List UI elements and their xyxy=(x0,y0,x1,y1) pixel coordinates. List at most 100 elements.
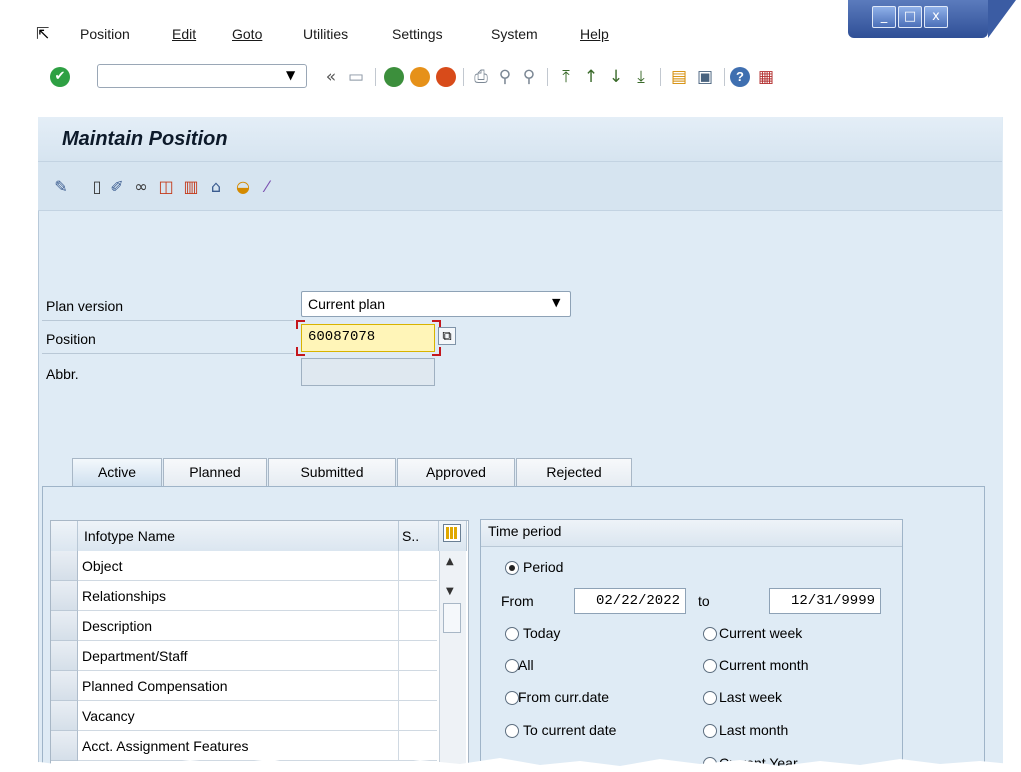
window-controls: _ □ x xyxy=(848,0,1016,38)
table-row[interactable]: Description xyxy=(78,611,399,641)
maximize-button[interactable]: □ xyxy=(898,6,922,28)
table-scrollbar[interactable] xyxy=(439,551,466,772)
position-input[interactable]: 60087078 xyxy=(301,324,435,352)
row-selector[interactable] xyxy=(51,581,78,611)
row-selector[interactable] xyxy=(51,551,78,581)
menu-system[interactable]: System xyxy=(491,26,538,42)
chevron-down-icon[interactable]: ▼ xyxy=(552,296,560,309)
menu-utilities[interactable]: Utilities xyxy=(303,26,348,42)
time-period-title: Time period xyxy=(488,523,562,539)
radio-all[interactable] xyxy=(505,659,519,673)
next-page-icon[interactable]: ↓ xyxy=(605,66,627,88)
radio-last-month-label: Last month xyxy=(719,722,789,738)
customize-layout-icon[interactable]: ▦ xyxy=(755,66,777,88)
radio-last-week-label: Last week xyxy=(719,689,783,705)
command-field[interactable] xyxy=(97,64,307,88)
page-title: Maintain Position xyxy=(62,128,228,150)
back-double-chevron-icon[interactable]: « xyxy=(320,66,342,88)
tab-submitted[interactable]: Submitted xyxy=(268,458,396,486)
row-selector[interactable] xyxy=(51,701,78,731)
magic-wand-icon[interactable]: ⁄ xyxy=(256,176,278,198)
find-icon[interactable]: ⚲ xyxy=(494,66,516,88)
table-row[interactable]: Relationships xyxy=(78,581,399,611)
menu-goto[interactable]: Goto xyxy=(232,26,262,42)
tab-planned[interactable]: Planned xyxy=(163,458,267,486)
last-page-icon[interactable]: ⤓ xyxy=(630,66,652,88)
tab-active[interactable]: Active xyxy=(72,458,162,486)
abbr-input[interactable] xyxy=(301,358,435,386)
previous-page-icon[interactable]: ↑ xyxy=(580,66,602,88)
delete-icon[interactable]: ⌂ xyxy=(205,176,227,198)
status-cell xyxy=(399,641,437,671)
value-help-icon[interactable]: ⧉ xyxy=(438,327,456,345)
table-config-icon[interactable] xyxy=(443,524,461,542)
radio-from-current-date[interactable] xyxy=(505,691,519,705)
save-icon[interactable]: ▭ xyxy=(345,66,367,88)
display-icon[interactable]: ∞ xyxy=(130,176,152,198)
back-icon[interactable] xyxy=(384,67,404,87)
from-date-input[interactable]: 02/22/2022 xyxy=(574,588,686,614)
tab-approved[interactable]: Approved xyxy=(397,458,515,486)
status-cell xyxy=(399,581,437,611)
radio-current-week[interactable] xyxy=(703,627,717,641)
column-header-infotype-name[interactable]: Infotype Name xyxy=(78,521,399,551)
radio-last-week[interactable] xyxy=(703,691,717,705)
print-icon[interactable]: ⎙ xyxy=(470,66,492,88)
radio-today[interactable] xyxy=(505,627,519,641)
to-date-input[interactable]: 12/31/9999 xyxy=(769,588,881,614)
menu-settings[interactable]: Settings xyxy=(392,26,443,42)
command-dropdown-icon[interactable]: ▼ xyxy=(286,68,295,82)
close-button[interactable]: x xyxy=(924,6,948,28)
toolbar-separator xyxy=(463,68,464,86)
toolbar-separator xyxy=(547,68,548,86)
menu-help[interactable]: Help xyxy=(580,26,609,42)
plan-version-value: Current plan xyxy=(308,296,386,312)
cancel-icon[interactable] xyxy=(436,67,456,87)
help-icon[interactable]: ? xyxy=(730,67,750,87)
row-selector[interactable] xyxy=(51,611,78,641)
toolbar-separator xyxy=(724,68,725,86)
minimize-button[interactable]: _ xyxy=(872,6,896,28)
table-row[interactable]: Department/Staff xyxy=(78,641,399,671)
create-icon[interactable]: ▯ xyxy=(86,176,108,198)
radio-last-month[interactable] xyxy=(703,724,717,738)
row-selector[interactable] xyxy=(51,671,78,701)
focus-corner xyxy=(296,347,305,356)
table-row[interactable]: Vacancy xyxy=(78,701,399,731)
check-icon[interactable]: ✔ xyxy=(50,67,70,87)
delimit-icon[interactable]: ▥ xyxy=(180,176,202,198)
field-divider xyxy=(42,353,294,354)
status-cell xyxy=(399,671,437,701)
copy-icon[interactable]: ◫ xyxy=(155,176,177,198)
find-next-icon[interactable]: ⚲ xyxy=(518,66,540,88)
exit-icon[interactable] xyxy=(410,67,430,87)
new-session-icon[interactable]: ▤ xyxy=(668,66,690,88)
scroll-thumb[interactable] xyxy=(443,603,461,633)
change-icon[interactable]: ✐ xyxy=(106,176,128,198)
menu-edit[interactable]: Edit xyxy=(172,26,196,42)
radio-today-label: Today xyxy=(523,625,561,641)
status-cell xyxy=(399,701,437,731)
radio-to-current-date[interactable] xyxy=(505,724,519,738)
scroll-up-icon[interactable]: ▲ xyxy=(446,556,454,567)
select-all-cell[interactable] xyxy=(51,521,78,551)
status-cell xyxy=(399,611,437,641)
to-label: to xyxy=(698,593,710,609)
menu-position[interactable]: Position xyxy=(80,26,130,42)
focus-corner xyxy=(296,320,305,329)
tab-rejected[interactable]: Rejected xyxy=(516,458,632,486)
column-header-status[interactable]: S.. xyxy=(399,521,439,551)
field-divider xyxy=(42,320,294,321)
menu-hook-icon[interactable]: ⇱ xyxy=(36,24,49,43)
radio-current-month[interactable] xyxy=(703,659,717,673)
table-row[interactable]: Planned Compensation xyxy=(78,671,399,701)
first-page-icon[interactable]: ⤒ xyxy=(555,66,577,88)
overview-icon[interactable]: ◒ xyxy=(232,176,254,198)
radio-period[interactable] xyxy=(505,561,519,575)
table-row[interactable]: Object xyxy=(78,551,399,581)
pencil-glasses-icon[interactable]: ✎ xyxy=(50,176,72,198)
shortcut-icon[interactable]: ▣ xyxy=(694,66,716,88)
scroll-down-icon[interactable]: ▼ xyxy=(446,586,454,597)
row-selector[interactable] xyxy=(51,641,78,671)
position-label: Position xyxy=(46,331,96,347)
